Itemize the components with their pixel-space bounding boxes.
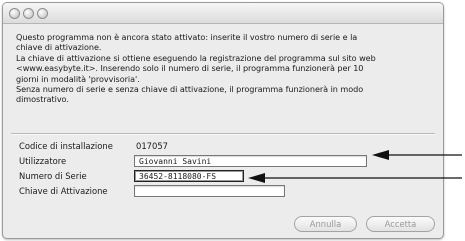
zoom-window-button[interactable]	[37, 8, 48, 19]
serial-number-label: Numero di Serie	[19, 171, 87, 181]
message-line: La chiave di attivazione si ottiene eseg…	[16, 52, 376, 63]
cancel-button[interactable]: Annulla	[294, 216, 357, 232]
install-code-value: 017057	[136, 141, 168, 151]
user-field[interactable]	[134, 155, 367, 167]
install-code-label: Codice di installazione	[19, 141, 113, 151]
activation-key-field[interactable]	[134, 185, 285, 197]
close-window-button[interactable]	[9, 8, 20, 19]
title-bar	[3, 3, 443, 24]
activation-message: Questo programma non è ancora stato atti…	[16, 32, 434, 105]
activation-key-label: Chiave di Attivazione	[19, 186, 108, 196]
message-line: dimostrativo.	[16, 94, 69, 105]
message-line: Questo programma non è ancora stato atti…	[16, 32, 358, 42]
activation-dialog: Questo programma non è ancora stato atti…	[2, 2, 444, 239]
accept-button[interactable]: Accetta	[366, 216, 435, 232]
user-label: Utilizzatore	[19, 156, 67, 166]
message-line: <www.easybyte.it>. Inserendo solo il num…	[16, 63, 364, 74]
minimize-window-button[interactable]	[23, 8, 34, 19]
message-line: giorni in modalità 'provvisoria'.	[16, 73, 140, 84]
separator	[11, 133, 435, 135]
message-line: Senza numero di serie e senza chiave di …	[16, 84, 364, 95]
serial-number-field[interactable]	[134, 170, 244, 182]
message-line: chiave di attivazione.	[16, 42, 102, 53]
